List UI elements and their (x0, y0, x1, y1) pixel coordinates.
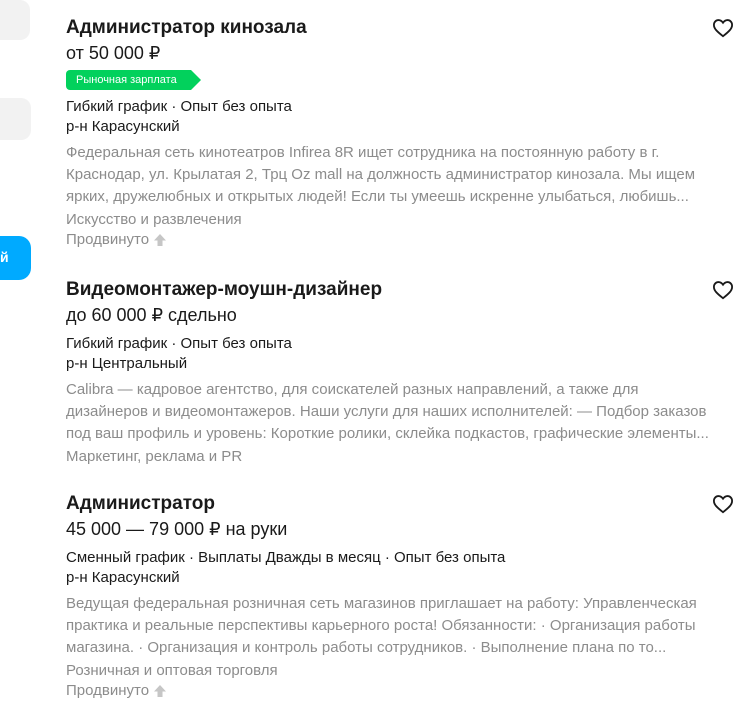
vacancy-district: р-н Карасунский (66, 118, 180, 135)
arrow-up-icon (154, 685, 167, 697)
vacancy-description: Calibra — кадровое агентство, для соиска… (66, 379, 726, 445)
vacancy-district: р-н Центральный (66, 355, 188, 372)
vacancy-category: Маркетинг, реклама и PR (66, 448, 243, 465)
promoted-text: Продвинуто (66, 682, 150, 699)
heart-outline-icon[interactable] (712, 280, 734, 300)
vacancy-salary: до 60 000 ₽ сдельно (66, 305, 237, 325)
description-line: под ваш профиль и уровень: Короткие роли… (66, 425, 709, 442)
vacancy-title[interactable]: Видеомонтажер-моушн-дизайнер (66, 278, 734, 302)
description-line: магазина. · Организация и контроль работ… (66, 639, 667, 656)
market-salary-badge: Рыночная зарплата (66, 70, 201, 90)
sidebar-active-button-label: й (0, 249, 9, 265)
vacancy-schedule: Гибкий график · Опыт без опыта (66, 335, 292, 352)
promoted-label: Продвинуто (66, 681, 734, 701)
description-line: Краснодар, ул. Крылатая 2, Трц Oz mall н… (66, 166, 696, 183)
promoted-text: Продвинуто (66, 231, 150, 248)
heart-outline-icon[interactable] (712, 494, 734, 514)
vacancy-title[interactable]: Администратор (66, 492, 734, 516)
description-line: дизайнеров и видеомонтажеров. Наши услуг… (66, 403, 707, 420)
vacancy-district: р-н Карасунский (66, 569, 180, 586)
vacancy-schedule: Гибкий график · Опыт без опыта (66, 98, 292, 115)
sidebar-filter-chip[interactable] (0, 0, 30, 40)
vacancy-category: Розничная и оптовая торговля (66, 662, 278, 679)
heart-outline-icon[interactable] (712, 18, 734, 38)
description-line: практика и реальные перспективы карьерно… (66, 617, 696, 634)
vacancy-title[interactable]: Администратор кинозала (66, 16, 734, 40)
vacancy-salary: от 50 000 ₽ (66, 43, 161, 63)
arrow-up-icon (154, 234, 167, 246)
description-line: Ведущая федеральная розничная сеть магаз… (66, 595, 697, 612)
description-line: Calibra — кадровое агентство, для соиска… (66, 381, 639, 398)
vacancy-description: Ведущая федеральная розничная сеть магаз… (66, 593, 726, 659)
sidebar-filter-chip[interactable] (0, 98, 31, 140)
promoted-label: Продвинуто (66, 230, 734, 250)
description-line: ярких, дружелюбных и открытых людей! Есл… (66, 188, 689, 205)
vacancy-schedule: Сменный график · Выплаты Дважды в месяц … (66, 549, 506, 566)
vacancy-card[interactable]: Администратор 45 000 — 79 000 ₽ на руки … (66, 492, 734, 701)
vacancy-category: Искусство и развлечения (66, 211, 242, 228)
vacancy-card[interactable]: Видеомонтажер-моушн-дизайнер до 60 000 ₽… (66, 278, 734, 467)
description-line: Федеральная сеть кинотеатров Infirea 8R … (66, 144, 660, 161)
vacancy-salary: 45 000 — 79 000 ₽ на руки (66, 519, 288, 539)
vacancy-description: Федеральная сеть кинотеатров Infirea 8R … (66, 142, 726, 208)
sidebar-active-button[interactable]: й (0, 236, 31, 280)
vacancy-card[interactable]: Администратор кинозала от 50 000 ₽ Рыноч… (66, 16, 734, 250)
